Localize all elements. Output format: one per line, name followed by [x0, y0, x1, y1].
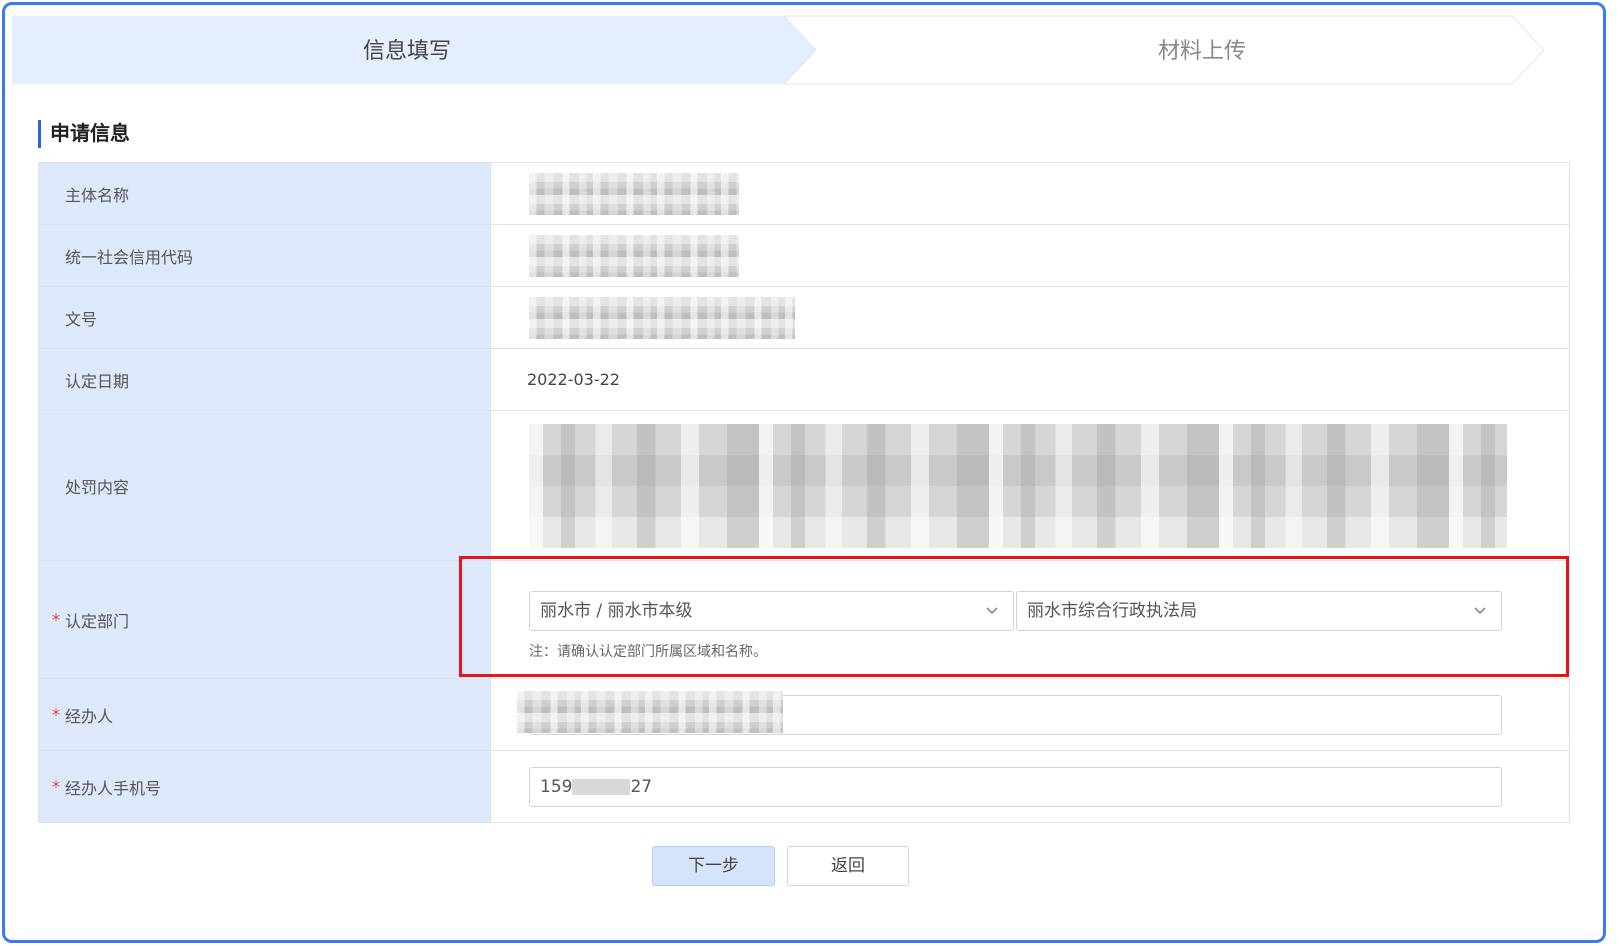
redacted-subject-name — [529, 172, 739, 215]
row-credit-code: 统一社会信用代码 — [39, 225, 1570, 287]
highlight-box — [459, 556, 1569, 677]
label-dept: * 认定部门 — [39, 561, 491, 678]
label-credit-code: 统一社会信用代码 — [39, 225, 491, 286]
value-doc-no — [491, 287, 1570, 348]
back-button[interactable]: 返回 — [787, 846, 909, 886]
row-penalty: 处罚内容 — [39, 411, 1570, 561]
date-text: 2022-03-22 — [527, 370, 620, 389]
value-date: 2022-03-22 — [491, 349, 1570, 410]
value-handler — [491, 679, 1570, 750]
label-phone: * 经办人手机号 — [39, 751, 491, 822]
required-mark: * — [52, 777, 60, 796]
row-subject-name: 主体名称 — [39, 163, 1570, 225]
redacted-phone-middle — [572, 779, 631, 795]
label-handler: * 经办人 — [39, 679, 491, 750]
value-phone: 159 27 — [491, 751, 1570, 822]
redacted-doc-no — [529, 296, 795, 339]
section-title: 申请信息 — [50, 121, 130, 145]
label-penalty: 处罚内容 — [39, 411, 491, 560]
step-progress: 信息填写 材料上传 — [12, 12, 1602, 92]
row-phone: * 经办人手机号 159 27 — [39, 751, 1570, 823]
value-credit-code — [491, 225, 1570, 286]
redacted-credit-code — [529, 234, 739, 277]
required-mark: * — [52, 705, 60, 724]
label-dept-text: 认定部门 — [65, 611, 130, 631]
section-accent-bar — [38, 120, 41, 148]
value-penalty — [491, 411, 1570, 560]
required-mark: * — [52, 610, 60, 629]
label-doc-no: 文号 — [39, 287, 491, 348]
label-subject-name: 主体名称 — [39, 163, 491, 224]
phone-prefix: 159 — [540, 777, 573, 797]
label-handler-text: 经办人 — [65, 706, 114, 726]
step-material-upload: 材料上传 — [1157, 39, 1246, 64]
phone-suffix: 27 — [630, 777, 653, 797]
right-margin — [1609, 0, 1623, 946]
label-date: 认定日期 — [39, 349, 491, 410]
next-button[interactable]: 下一步 — [652, 846, 775, 886]
row-handler: * 经办人 — [39, 679, 1570, 751]
row-date: 认定日期 2022-03-22 — [39, 349, 1570, 411]
label-phone-text: 经办人手机号 — [65, 778, 162, 798]
phone-input[interactable]: 159 27 — [529, 767, 1502, 807]
step-info-fill: 信息填写 — [362, 39, 451, 64]
value-subject-name — [491, 163, 1570, 224]
redacted-handler-name — [517, 691, 783, 733]
redacted-penalty-content — [529, 423, 1507, 548]
row-doc-no: 文号 — [39, 287, 1570, 349]
application-form: 主体名称 统一社会信用代码 文号 认定日期 2022-03-22 处罚内容 * … — [38, 162, 1570, 823]
